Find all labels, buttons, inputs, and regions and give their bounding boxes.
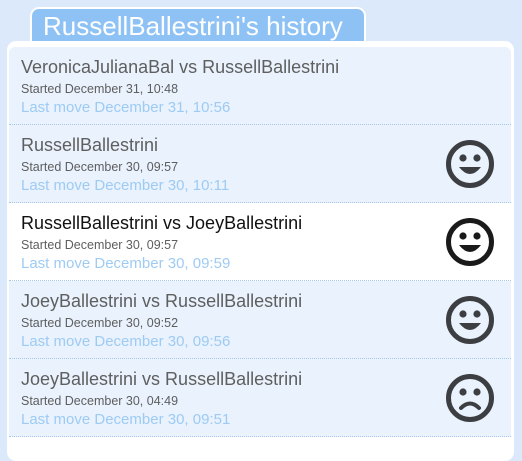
happy-face-icon [446,218,494,266]
game-title: JoeyBallestrini vs RussellBallestrini [21,369,303,389]
game-started-time: Started December 31, 10:48 [21,82,179,96]
game-title: JoeyBallestrini vs RussellBallestrini [21,291,303,311]
happy-face-icon [446,296,494,344]
game-row[interactable]: VeronicaJulianaBal vs RussellBallestrini… [9,47,511,125]
game-title: RussellBallestrini vs JoeyBallestrini [21,213,303,233]
game-last-move-time: Last move December 30, 09:56 [21,333,231,350]
game-row[interactable]: RussellBallestrini vs JoeyBallestrini Sta… [9,203,511,281]
game-row[interactable]: JoeyBallestrini vs RussellBallestrini Sta… [9,281,511,359]
sad-face-icon [446,374,494,422]
game-last-move-time: Last move December 30, 09:51 [21,411,231,428]
game-started-time: Started December 30, 09:57 [21,160,179,174]
game-started-time: Started December 30, 09:57 [21,238,179,252]
game-row[interactable]: JoeyBallestrini vs RussellBallestrini Sta… [9,359,511,437]
game-list: VeronicaJulianaBal vs RussellBallestrini… [9,47,514,437]
game-started-time: Started December 30, 04:49 [21,394,179,408]
game-title: RussellBallestrini [21,135,159,155]
game-last-move-time: Last move December 30, 10:11 [21,177,230,194]
page-title: RussellBallestrini's history [43,11,343,41]
history-panel: VeronicaJulianaBal vs RussellBallestrini… [7,41,514,461]
game-last-move-time: Last move December 31, 10:56 [21,99,231,116]
happy-face-icon [446,140,494,188]
history-title-tab: RussellBallestrini's history [30,7,366,41]
game-title: VeronicaJulianaBal vs RussellBallestrini [21,57,340,77]
game-row[interactable]: RussellBallestrini Started December 30, 0… [9,125,511,203]
game-started-time: Started December 30, 09:52 [21,316,179,330]
game-last-move-time: Last move December 30, 09:59 [21,255,231,272]
